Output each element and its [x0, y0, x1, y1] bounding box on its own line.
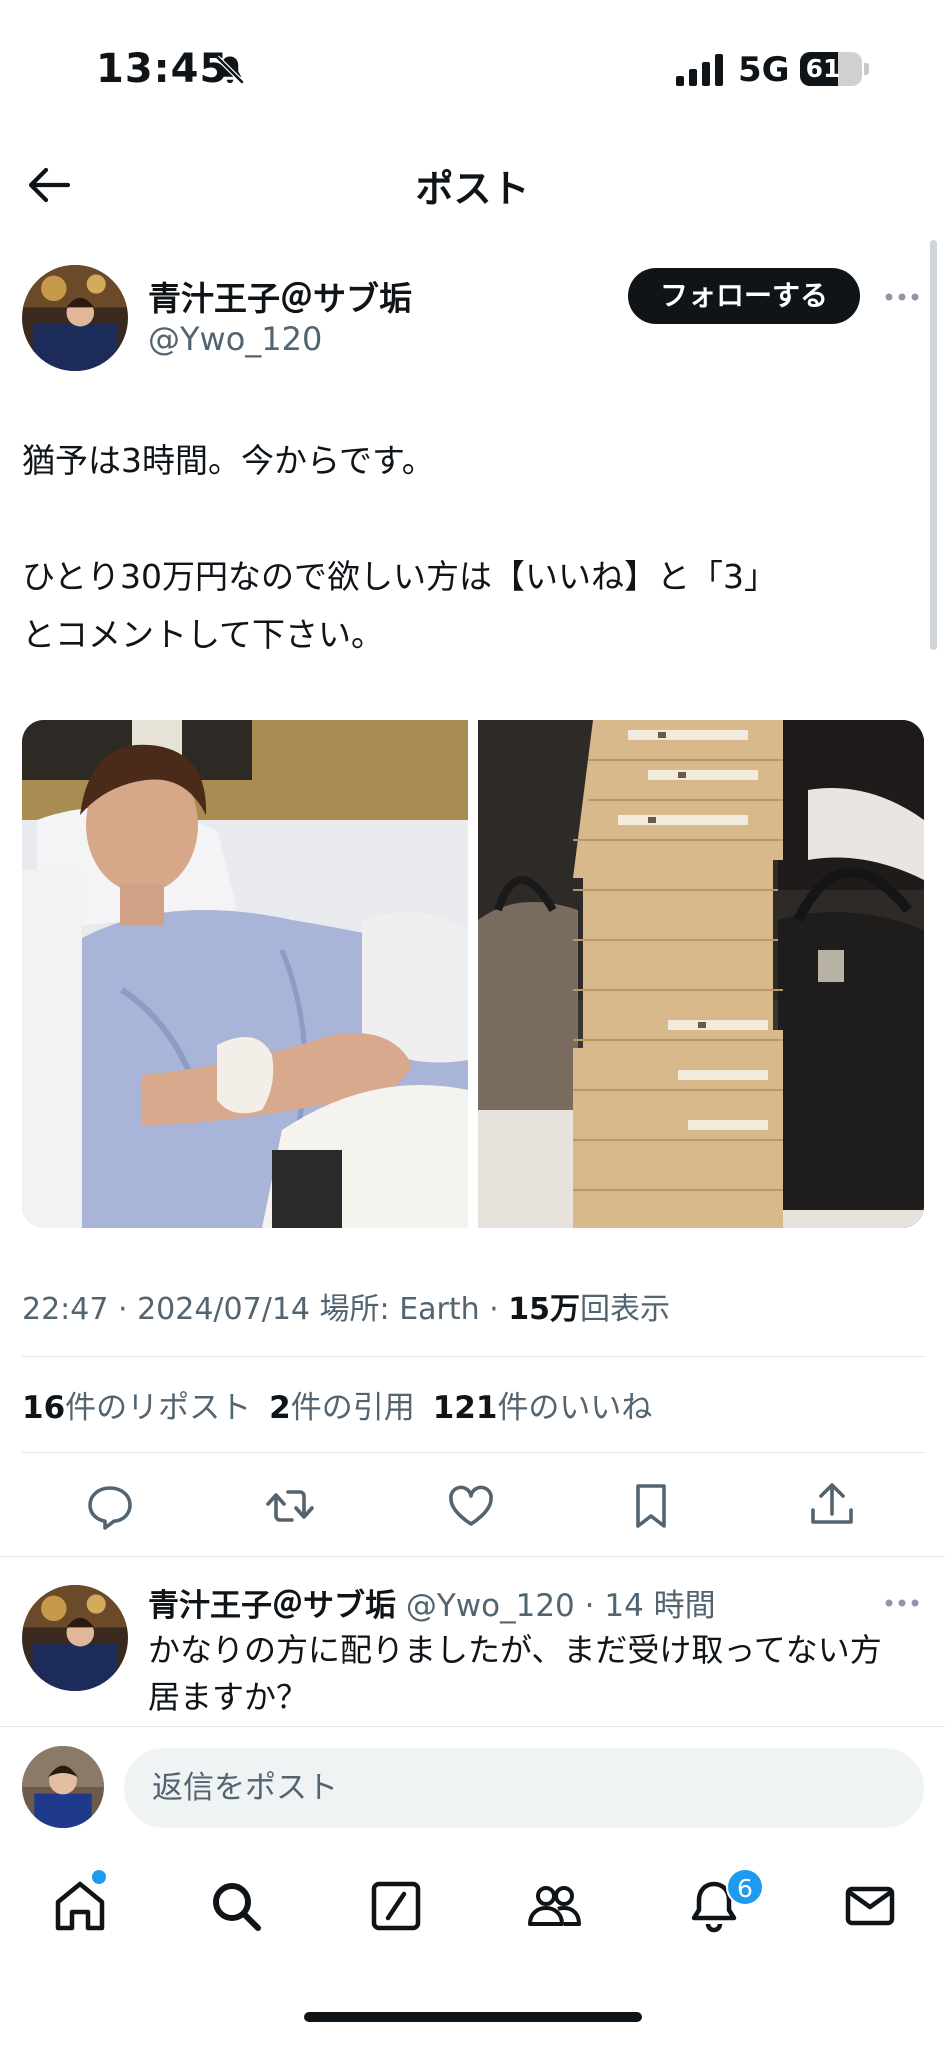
home-new-indicator	[92, 1870, 106, 1884]
follow-button[interactable]: フォローする	[628, 268, 860, 324]
avatar-image	[22, 265, 128, 371]
page-title: ポスト	[415, 167, 530, 211]
hospital-photo	[22, 720, 468, 1228]
author-name[interactable]: 青汁王子＠サブ垢	[148, 272, 412, 320]
reply-author-avatar[interactable]	[22, 1585, 128, 1691]
reply-text: かなりの方に配りましたが、まだ受け取ってない方居ますか？	[148, 1631, 882, 1716]
bookmark-icon[interactable]	[625, 1480, 677, 1532]
reply-input[interactable]	[124, 1748, 924, 1828]
bell-off-icon	[215, 55, 245, 85]
post-date: 2024/07/14	[137, 1292, 310, 1327]
like-icon[interactable]	[445, 1480, 497, 1532]
home-indicator[interactable]	[304, 2012, 642, 2022]
reposts-count: 16	[22, 1390, 66, 1426]
reply-author-handle[interactable]: @Ywo_120	[406, 1588, 575, 1624]
battery-icon: 61	[800, 52, 862, 86]
cash-stack-photo	[478, 720, 924, 1228]
likes-label: 件のいいね	[497, 1390, 653, 1426]
divider	[22, 1452, 924, 1453]
quotes-label: 件の引用	[290, 1390, 415, 1426]
likes-count: 121	[432, 1390, 498, 1426]
avatar-image	[22, 1746, 104, 1828]
battery-percent: 61	[805, 54, 841, 83]
post-text: 猶予は3時間。今からです。 ひとり30万円なので欲しい方は【いいね】と「3」 と…	[22, 441, 777, 654]
network-type: 5G	[738, 50, 790, 90]
communities-icon[interactable]	[524, 1876, 584, 1936]
post-stats: 16件のリポスト 2件の引用 121件のいいね	[22, 1382, 652, 1427]
scrollbar[interactable]	[930, 240, 937, 650]
views-count: 15万	[508, 1292, 580, 1327]
divider	[0, 1556, 945, 1557]
notification-badge: 6	[726, 1868, 764, 1906]
reply-more-options-icon[interactable]	[884, 1596, 920, 1610]
status-time: 13:45	[96, 46, 229, 92]
repost-icon[interactable]	[264, 1480, 316, 1532]
reply-header: 青汁王子＠サブ垢 @Ywo_120 · 14 時間	[148, 1580, 716, 1625]
top-bar: ポスト	[0, 140, 945, 230]
reply-icon[interactable]	[84, 1480, 136, 1532]
reposts-stat[interactable]: 16件のリポスト	[22, 1390, 251, 1426]
status-bar: 13:45 5G 61	[0, 0, 945, 140]
reply-time[interactable]: · 14 時間	[585, 1588, 716, 1624]
share-icon[interactable]	[806, 1480, 858, 1532]
search-icon[interactable]	[206, 1876, 266, 1936]
divider	[22, 1356, 924, 1357]
my-avatar[interactable]	[22, 1746, 104, 1828]
post-meta: 22:47 · 2024/07/14 場所: Earth · 15万回表示	[22, 1292, 670, 1327]
avatar-image	[22, 1585, 128, 1691]
divider	[0, 1726, 945, 1727]
home-icon[interactable]	[50, 1876, 110, 1936]
reply-author-name[interactable]: 青汁王子＠サブ垢	[148, 1588, 396, 1624]
post-time: 22:47	[22, 1292, 109, 1327]
post-image-1[interactable]	[22, 720, 468, 1228]
views-label: 回表示	[580, 1292, 670, 1327]
more-options-icon[interactable]	[884, 290, 920, 304]
reposts-label: 件のリポスト	[65, 1390, 252, 1426]
messages-icon[interactable]	[840, 1876, 900, 1936]
compose-icon[interactable]	[366, 1876, 426, 1936]
author-avatar[interactable]	[22, 265, 128, 371]
post-image-2[interactable]	[478, 720, 924, 1228]
post-location[interactable]: 場所: Earth	[320, 1292, 480, 1327]
quotes-count: 2	[269, 1390, 291, 1426]
likes-stat[interactable]: 121件のいいね	[433, 1390, 653, 1426]
signal-icon	[676, 54, 723, 86]
author-handle[interactable]: @Ywo_120	[148, 320, 322, 358]
battery-tip	[864, 63, 869, 75]
quotes-stat[interactable]: 2件の引用	[269, 1390, 415, 1426]
